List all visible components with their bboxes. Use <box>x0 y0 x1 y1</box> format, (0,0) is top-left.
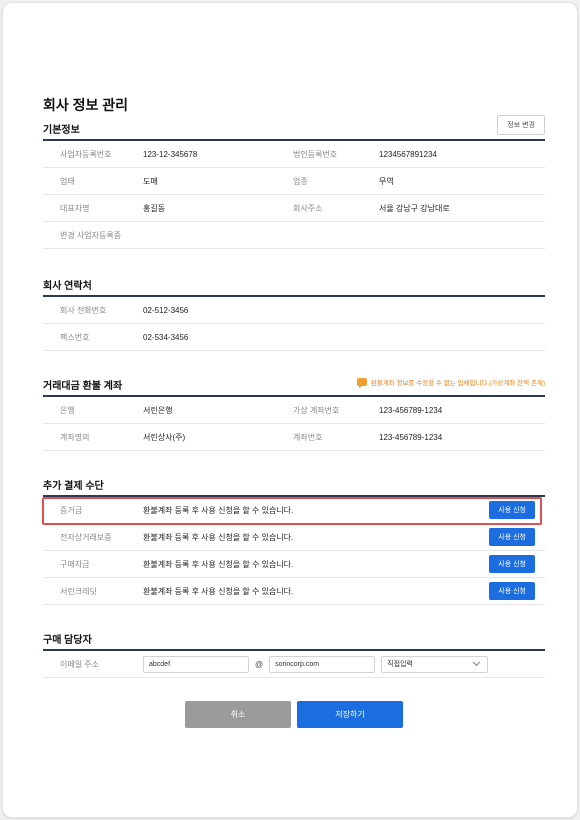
contact-value: 02-512-3456 <box>143 305 189 315</box>
info-label: 사업자등록번호 <box>60 149 112 159</box>
refund-value: 123-456789-1234 <box>379 432 443 442</box>
contact-row: 팩스번호 02-534-3456 <box>43 324 545 351</box>
payment-label: 서린크레딧 <box>60 586 97 596</box>
info-value: 123-12-345678 <box>143 149 198 159</box>
info-label: 업태 <box>60 176 75 186</box>
info-row: 사업자등록번호 123-12-345678 법인등록번호 12345678912… <box>43 141 545 168</box>
payment-row: 전자상거래보증 환불계좌 등록 후 사용 신청을 할 수 있습니다. 사용 신청 <box>43 524 545 551</box>
info-label: 법인등록번호 <box>293 149 338 159</box>
payment-desc: 환불계좌 등록 후 사용 신청을 할 수 있습니다. <box>143 532 294 542</box>
info-row: 대표자명 홍길동 회사주소 서울 강남구 강남대로 <box>43 195 545 222</box>
contact-label: 팩스번호 <box>60 332 90 342</box>
buyer-header: 구매 담당자 <box>43 629 545 651</box>
info-label: 업종 <box>293 176 308 186</box>
cancel-button[interactable]: 취소 <box>185 701 291 728</box>
refund-value: 123-456789-1234 <box>379 405 443 415</box>
refund-label: 계좌명의 <box>60 432 90 442</box>
at-sign: @ <box>255 659 264 669</box>
refund-row: 계좌명의 서린상사(주) 계좌번호 123-456789-1234 <box>43 424 545 451</box>
contact-value: 02-534-3456 <box>143 332 189 342</box>
refund-value: 서린상사(주) <box>143 432 186 442</box>
chat-bubble-icon <box>356 378 367 388</box>
info-value: 도매 <box>143 176 158 186</box>
domain-select[interactable]: 직접입력 <box>381 655 489 673</box>
info-value: 무역 <box>379 176 394 186</box>
refund-section: 거래대금 환불 계좌 환불계좌 정보를 수정할 수 없는 업체입니다.(가상계좌… <box>43 375 545 451</box>
contact-title: 회사 연락처 <box>43 280 92 292</box>
highlight-box <box>42 497 542 525</box>
apply-button[interactable]: 사용 신청 <box>489 555 535 573</box>
info-row: 업태 도매 업종 무역 <box>43 168 545 195</box>
basic-info-section: 기본정보 정보 변경 사업자등록번호 123-12-345678 법인등록번호 … <box>43 115 545 249</box>
info-value: 서울 강남구 강남대로 <box>379 203 450 213</box>
contact-header: 회사 연락처 <box>43 275 545 297</box>
page-title: 회사 정보 관리 <box>43 97 129 113</box>
payment-desc: 환불계좌 등록 후 사용 신청을 할 수 있습니다. <box>143 586 294 596</box>
payment-row: 구매자금 환불계좌 등록 후 사용 신청을 할 수 있습니다. 사용 신청 <box>43 551 545 578</box>
apply-button[interactable]: 사용 신청 <box>489 528 535 546</box>
email-row: 이메일 주소 abcdef @ sorincorp.com 직접입력 <box>43 651 545 678</box>
refund-header: 거래대금 환불 계좌 환불계좌 정보를 수정할 수 없는 업체입니다.(가상계좌… <box>43 375 545 397</box>
info-label: 대표자명 <box>60 203 90 213</box>
email-domain-input[interactable]: sorincorp.com <box>269 655 376 673</box>
refund-notice: 환불계좌 정보를 수정할 수 없는 업체입니다.(가상계좌 잔액 존재) <box>356 377 545 388</box>
email-id-input[interactable]: abcdef <box>143 655 249 673</box>
payment-header: 추가 결제 수단 <box>43 475 545 497</box>
refund-title: 거래대금 환불 계좌 <box>43 380 123 392</box>
email-label: 이메일 주소 <box>60 659 100 669</box>
change-registration-label: 변경 사업자등록증 <box>60 230 122 240</box>
apply-button[interactable]: 사용 신청 <box>489 582 535 600</box>
payment-label: 구매자금 <box>60 559 90 569</box>
refund-value: 서린은행 <box>143 405 173 415</box>
basic-info-header: 기본정보 정보 변경 <box>43 115 545 141</box>
buyer-section: 구매 담당자 이메일 주소 abcdef @ sorincorp.com 직접입… <box>43 629 545 678</box>
chevron-down-icon <box>473 658 481 667</box>
company-info-card: 회사 정보 관리 기본정보 정보 변경 사업자등록번호 123-12-34567… <box>2 2 578 818</box>
contact-section: 회사 연락처 회사 전화번호 02-512-3456 팩스번호 02-534-3… <box>43 275 545 351</box>
refund-label: 계좌번호 <box>293 432 323 442</box>
domain-select-value: 직접입력 <box>387 661 413 668</box>
edit-info-button[interactable]: 정보 변경 <box>497 115 545 135</box>
refund-row: 은행 서린은행 가상 계좌번호 123-456789-1234 <box>43 397 545 424</box>
contact-label: 회사 전화번호 <box>60 305 107 315</box>
info-label: 회사주소 <box>293 203 323 213</box>
refund-label: 은행 <box>60 405 75 415</box>
save-button[interactable]: 저장하기 <box>297 701 403 728</box>
contact-row: 회사 전화번호 02-512-3456 <box>43 297 545 324</box>
payment-row: 서린크레딧 환불계좌 등록 후 사용 신청을 할 수 있습니다. 사용 신청 <box>43 578 545 605</box>
payment-label: 전자상거래보증 <box>60 532 112 542</box>
payment-section: 추가 결제 수단 증거금 환불계좌 등록 후 사용 신청을 할 수 있습니다. … <box>43 475 545 605</box>
info-value: 홍길동 <box>143 203 166 213</box>
buyer-title: 구매 담당자 <box>43 634 92 646</box>
basic-info-title: 기본정보 <box>43 124 80 136</box>
payment-desc: 환불계좌 등록 후 사용 신청을 할 수 있습니다. <box>143 559 294 569</box>
payment-title: 추가 결제 수단 <box>43 480 104 492</box>
info-value: 1234567891234 <box>379 149 437 159</box>
refund-notice-text: 환불계좌 정보를 수정할 수 없는 업체입니다.(가상계좌 잔액 존재) <box>370 380 545 387</box>
info-row: 변경 사업자등록증 <box>43 222 545 249</box>
refund-label: 가상 계좌번호 <box>293 405 340 415</box>
